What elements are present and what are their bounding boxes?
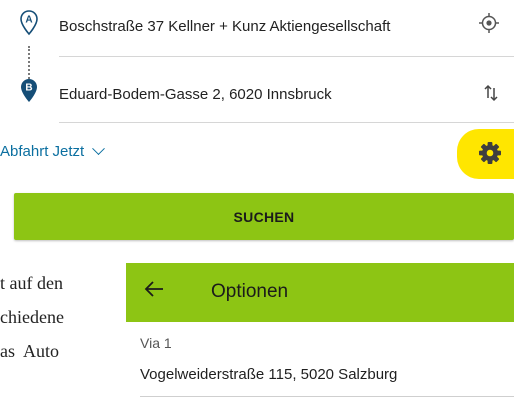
destination-field[interactable]: Eduard-Bodem-Gasse 2, 6020 Innsbruck bbox=[59, 86, 332, 103]
destination-divider bbox=[59, 122, 514, 123]
options-header bbox=[126, 263, 514, 322]
departure-selector[interactable]: Abfahrt Jetzt bbox=[0, 142, 106, 160]
options-title: Optionen bbox=[211, 281, 289, 302]
chevron-down-icon bbox=[92, 142, 106, 156]
back-arrow-icon[interactable] bbox=[144, 280, 164, 298]
departure-value: Jetzt bbox=[52, 143, 85, 160]
search-button[interactable]: SUCHEN bbox=[14, 193, 514, 240]
gear-icon[interactable] bbox=[477, 140, 503, 166]
marker-b-icon: B bbox=[21, 79, 37, 102]
marker-a-icon: A bbox=[20, 10, 38, 36]
via-field[interactable]: Vogelweiderstraße 115, 5020 Salzburg bbox=[140, 366, 397, 383]
departure-label: Abfahrt bbox=[0, 143, 49, 160]
swap-icon[interactable] bbox=[482, 83, 500, 103]
origin-field[interactable]: Boschstraße 37 Kellner + Kunz Aktiengese… bbox=[59, 18, 390, 35]
marker-a-letter: A bbox=[25, 15, 32, 26]
document-text-line-2: chiedene bbox=[0, 307, 64, 327]
document-text-line-3: as Auto bbox=[0, 341, 60, 361]
via-label: Via 1 bbox=[140, 335, 172, 351]
locate-icon[interactable] bbox=[478, 12, 500, 34]
via-underline bbox=[140, 396, 514, 397]
origin-divider bbox=[59, 56, 514, 57]
document-text-line-1: t auf den bbox=[0, 273, 63, 293]
marker-b-letter: B bbox=[25, 83, 32, 94]
